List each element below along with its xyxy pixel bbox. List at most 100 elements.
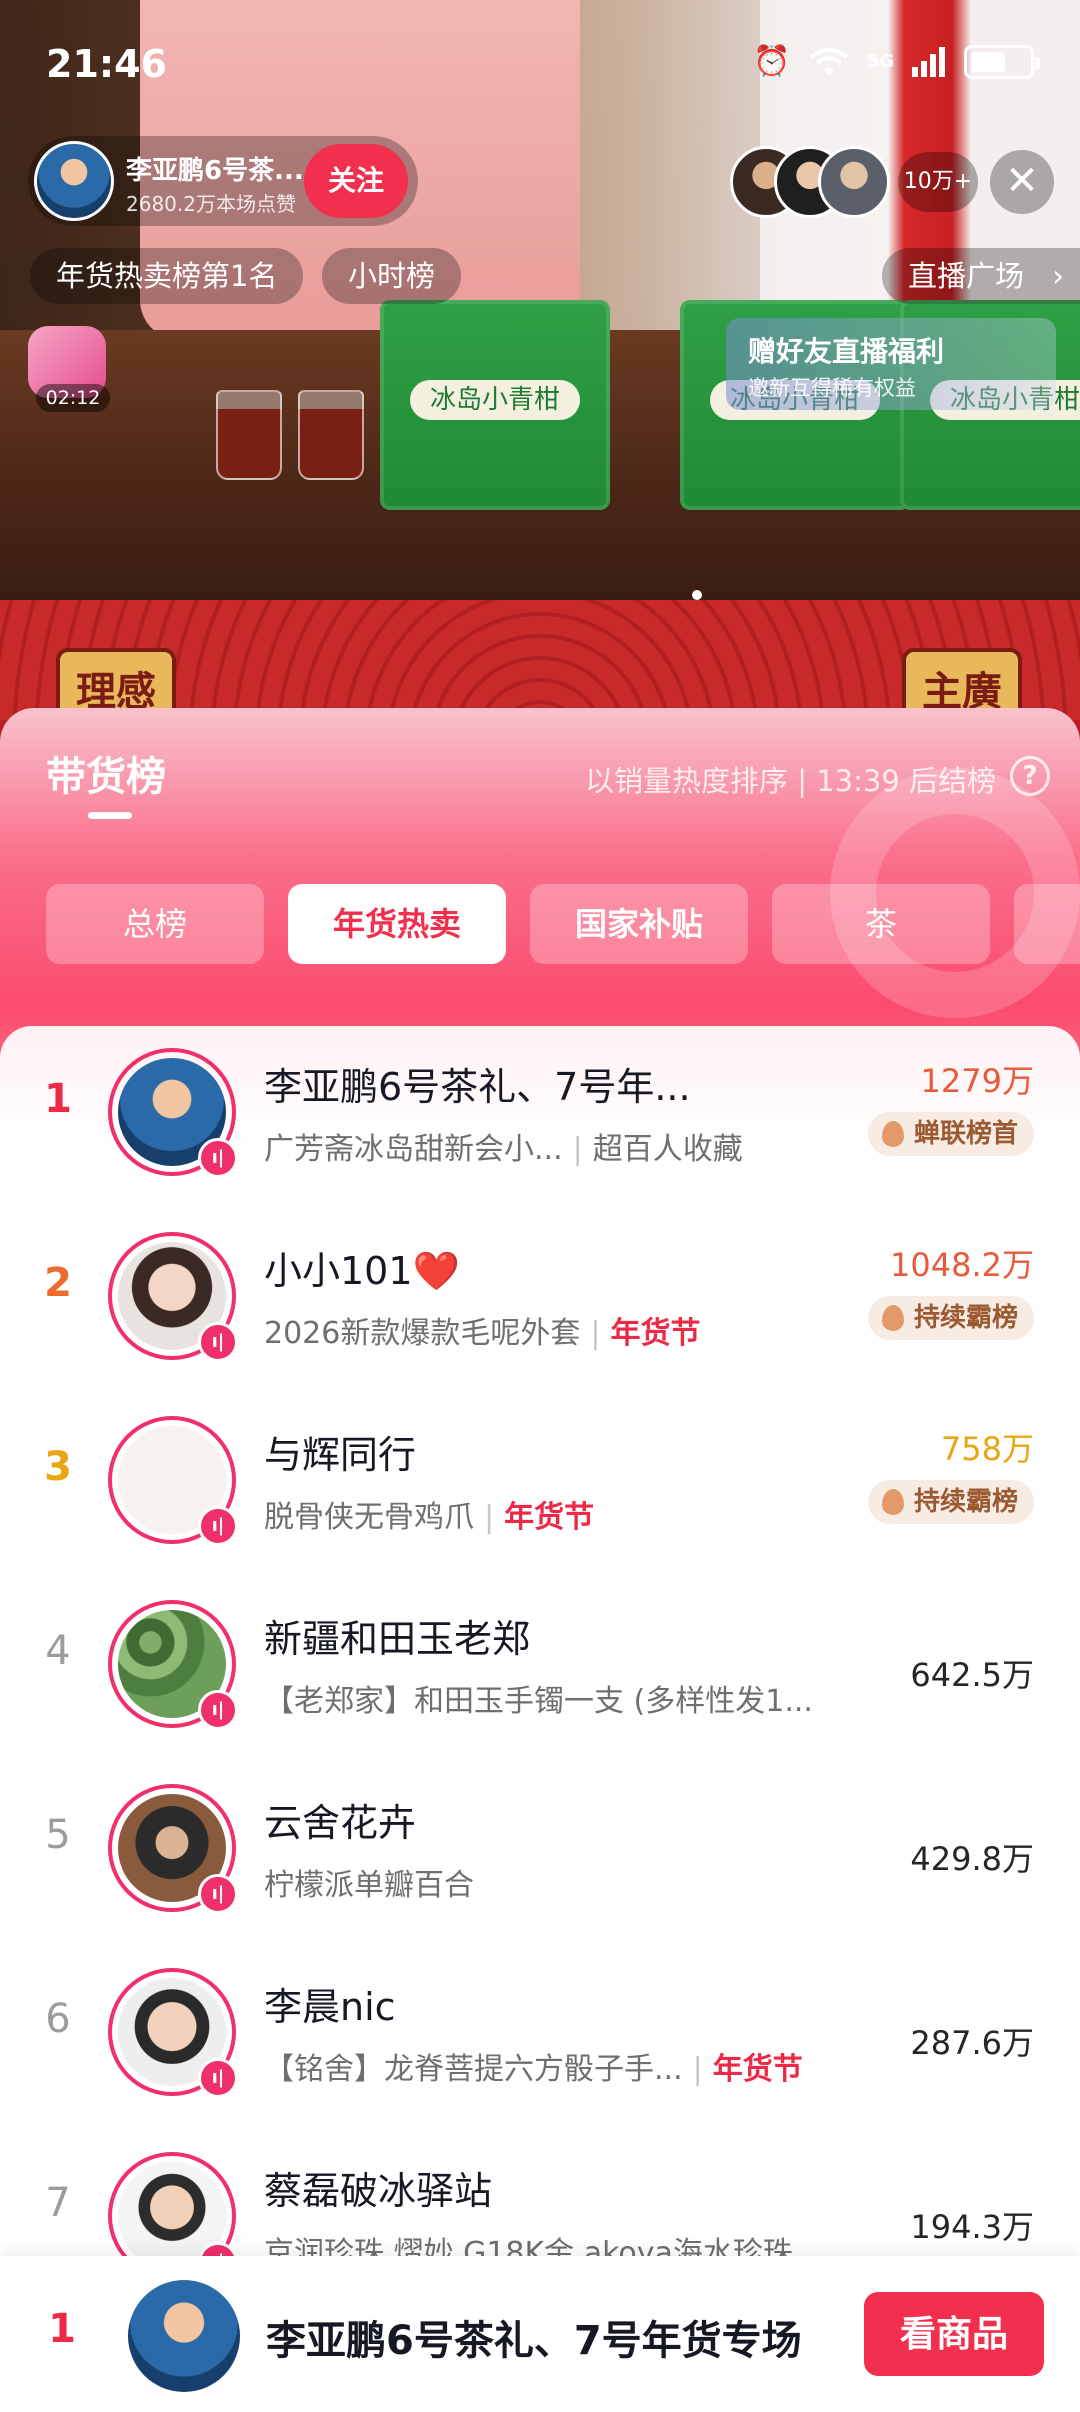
carousel-dot [692, 590, 702, 600]
current-streamer-name: 李亚鹏6号茶礼、7号年货专场 [266, 2318, 802, 2364]
streamer-name: 小小101❤️ [264, 1249, 460, 1293]
tab-new-year-goods[interactable]: 年货热卖 [288, 884, 506, 964]
rank-number: 2 [44, 1260, 72, 1306]
status-icons: ⏰ 5G [753, 44, 1040, 79]
live-indicator-icon: ı| [198, 1138, 238, 1178]
tab-overall[interactable]: 总榜 [46, 884, 264, 964]
ranking-row[interactable]: 2 ı| 小小101❤️ 2026新款爆款毛呢外套 | 年货节 1048.2万 持续… [0, 1210, 1080, 1394]
follow-button[interactable]: 关注 [304, 144, 408, 218]
ranking-list: 1 ı| 李亚鹏6号茶礼、7号年... 广芳斋冰岛甜新会小... | 超百人收藏 1… [0, 1026, 1080, 2412]
streamer-avatar[interactable]: ı| [108, 1600, 238, 1730]
product-tag: 年货节 [712, 2052, 803, 2087]
promo-subtitle: 邀新互得稀有权益 [748, 376, 916, 400]
sales-score: 1048.2万 [890, 1246, 1034, 1284]
live-indicator-icon: ı| [198, 1690, 238, 1730]
tab-national-subsidy[interactable]: 国家补贴 [530, 884, 748, 964]
host-avatar[interactable] [34, 141, 114, 221]
viewer-avatars[interactable] [730, 146, 890, 218]
rank-number: 3 [44, 1444, 72, 1490]
hot-rank-pill[interactable]: 年货热卖榜第1名 [30, 248, 304, 304]
live-indicator-icon: ı| [198, 1322, 238, 1362]
product-title: 柠檬派单瓣百合 [264, 1868, 474, 1903]
tab-more[interactable] [1014, 884, 1080, 964]
product-title: 2026新款爆款毛呢外套 [264, 1316, 581, 1351]
tab-tea[interactable]: 茶 [772, 884, 990, 964]
product-desc: 广芳斋冰岛甜新会小... | 超百人收藏 [264, 1132, 743, 1167]
mini-gift-widget[interactable]: 02:12 [28, 326, 114, 412]
sheet-title: 带货榜 [46, 754, 166, 800]
rank-number: 6 [45, 1996, 71, 2042]
sales-score: 1279万 [920, 1062, 1034, 1100]
product-bag: 冰岛小青柑 [380, 300, 610, 510]
current-rank: 1 [48, 2306, 76, 2352]
chevron-right-icon: › [1052, 259, 1064, 293]
hourly-rank-pill[interactable]: 小时榜 [322, 248, 462, 304]
rank-badge: 持续霸榜 [867, 1480, 1034, 1524]
current-streamer-avatar [128, 2280, 240, 2392]
sales-score: 429.8万 [910, 1840, 1034, 1878]
product-desc: 脱骨侠无骨鸡爪 | 年货节 [264, 1500, 595, 1535]
streamer-avatar[interactable]: ı| [108, 1416, 238, 1546]
product-title: 广芳斋冰岛甜新会小... [264, 1132, 563, 1167]
product-title: 【老郑家】和田玉手镯一支 (多样性发1... [264, 1684, 813, 1719]
ranking-row[interactable]: 6 ı| 李晨nic 【铭舍】龙脊菩提六方骰子手... | 年货节 287.6万 [0, 1946, 1080, 2130]
live-plaza-label: 直播广场 [907, 259, 1024, 293]
product-tag: 年货节 [610, 1316, 701, 1351]
streamer-name: 云舍花卉 [264, 1801, 417, 1845]
tea-cup [216, 390, 282, 480]
my-rank-bar[interactable]: 1 李亚鹏6号茶礼、7号年货专场 看商品 [0, 2256, 1080, 2412]
wifi-icon [809, 47, 848, 75]
status-bar: 21:46 ⏰ 5G [0, 38, 1080, 98]
ranking-row[interactable]: 3 ı| 与辉同行 脱骨侠无骨鸡爪 | 年货节 758万 持续霸榜 [0, 1394, 1080, 1578]
product-tag: 超百人收藏 [592, 1132, 743, 1167]
product-title: 脱骨侠无骨鸡爪 [264, 1500, 474, 1535]
sheet-subtitle: 以销量热度排序 | 13:39 后结榜 [585, 764, 996, 798]
live-indicator-icon: ı| [198, 1874, 238, 1914]
sales-score: 758万 [940, 1430, 1034, 1468]
rank-number: 4 [45, 1628, 71, 1674]
close-icon[interactable]: ✕ [990, 150, 1054, 214]
live-plaza-pill[interactable]: 直播广场 › [881, 248, 1080, 304]
rank-number: 5 [45, 1812, 71, 1858]
tea-cup [298, 390, 364, 480]
streamer-name: 新疆和田玉老郑 [264, 1617, 531, 1661]
invite-promo-banner[interactable]: 赠好友直播福利 邀新互得稀有权益 [726, 318, 1056, 410]
streamer-name: 李亚鹏6号茶礼、7号年... [264, 1065, 691, 1109]
title-underline [88, 812, 132, 819]
live-indicator-icon: ı| [198, 1506, 238, 1546]
status-time: 21:46 [46, 42, 167, 86]
signal-icon [912, 46, 945, 77]
battery-icon [964, 44, 1040, 79]
sales-score: 194.3万 [910, 2208, 1034, 2246]
ranking-row[interactable]: 4 ı| 新疆和田玉老郑 【老郑家】和田玉手镯一支 (多样性发1... 642.… [0, 1578, 1080, 1762]
product-bag-label: 冰岛小青柑 [410, 380, 580, 420]
sales-ranking-sheet: 带货榜 以销量热度排序 | 13:39 后结榜 ? 总榜 年货热卖 国家补贴 茶… [0, 708, 1080, 2412]
viewer-count[interactable]: 10万+ [898, 152, 978, 212]
network-type: 5G [866, 51, 894, 72]
live-indicator-icon: ı| [198, 2058, 238, 2098]
streamer-avatar[interactable]: ı| [108, 1968, 238, 2098]
help-icon[interactable]: ? [1010, 756, 1050, 796]
view-products-button[interactable]: 看商品 [864, 2292, 1044, 2376]
streamer-name: 李晨nic [264, 1985, 396, 2029]
ranking-row[interactable]: 5 ı| 云舍花卉 柠檬派单瓣百合 429.8万 [0, 1762, 1080, 1946]
streamer-name: 与辉同行 [264, 1433, 417, 1477]
host-likes: 2680.2万本场点赞 [126, 192, 296, 216]
streamer-avatar[interactable]: ı| [108, 1048, 238, 1178]
product-tag: 年货节 [504, 1500, 595, 1535]
rank-badge: 蝉联榜首 [867, 1112, 1034, 1156]
product-title: 【铭舍】龙脊菩提六方骰子手... [264, 2052, 683, 2087]
rank-badge: 持续霸榜 [867, 1296, 1034, 1340]
streamer-avatar[interactable]: ı| [108, 1784, 238, 1914]
viewer-avatar[interactable] [818, 146, 890, 218]
gift-timer: 02:12 [36, 384, 110, 412]
rank-number: 1 [44, 1076, 72, 1122]
sales-score: 642.5万 [910, 1656, 1034, 1694]
product-desc: 【铭舍】龙脊菩提六方骰子手... | 年货节 [264, 2052, 803, 2087]
alarm-icon: ⏰ [753, 44, 791, 79]
streamer-name: 蔡磊破冰驿站 [264, 2169, 493, 2213]
host-name: 李亚鹏6号茶... [126, 156, 304, 186]
streamer-avatar[interactable]: ı| [108, 1232, 238, 1362]
product-desc: 2026新款爆款毛呢外套 | 年货节 [264, 1316, 701, 1351]
ranking-row[interactable]: 1 ı| 李亚鹏6号茶礼、7号年... 广芳斋冰岛甜新会小... | 超百人收藏 1… [0, 1026, 1080, 1210]
